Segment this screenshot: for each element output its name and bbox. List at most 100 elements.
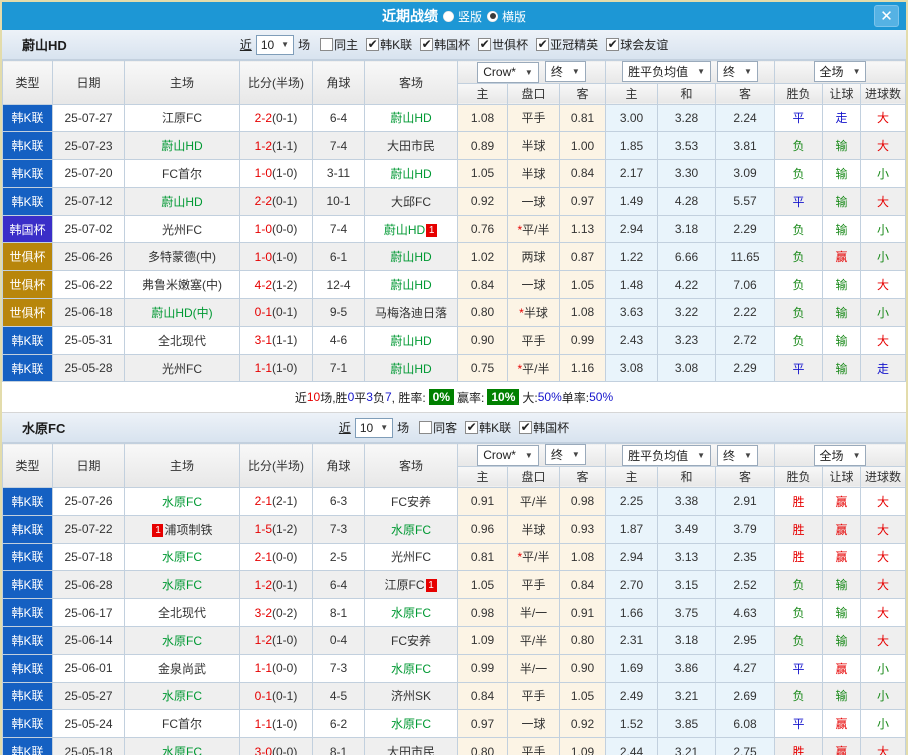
- summary-text: 3: [366, 390, 373, 404]
- home-team-cell: 水原FC: [125, 682, 240, 710]
- halftime-score: (1-2): [272, 522, 297, 536]
- recent-link[interactable]: 近: [240, 36, 252, 53]
- home-team-cell: 光州FC: [125, 354, 240, 382]
- filter-checkbox[interactable]: ✔: [420, 38, 433, 51]
- handicap-label: 一球: [521, 278, 545, 292]
- summary-text: , 胜率:: [392, 389, 426, 406]
- avg-draw-cell: 3.23: [658, 326, 716, 354]
- avg-home-cell: 1.85: [606, 132, 658, 160]
- avg-draw-cell: 3.85: [658, 710, 716, 738]
- recent-link[interactable]: 近: [339, 419, 351, 436]
- home-odds-cell: 0.75: [458, 354, 508, 382]
- avg-time-select[interactable]: 终▼: [717, 445, 758, 466]
- away-odds-cell: 0.90: [560, 654, 606, 682]
- away-odds-cell: 0.91: [560, 599, 606, 627]
- summary-text: 平: [354, 389, 366, 406]
- result-cell: 负: [775, 243, 823, 271]
- match-row: 韩K联25-07-20FC首尔1-0(1-0)3-11蔚山HD1.05半球0.8…: [3, 160, 906, 188]
- home-odds-cell: 0.84: [458, 682, 508, 710]
- away-team-cell: 济州SK: [365, 682, 458, 710]
- team-label: 蔚山HD: [390, 250, 431, 264]
- team-label: 全北现代: [158, 606, 206, 620]
- away-odds-cell: 0.99: [560, 326, 606, 354]
- match-count-select[interactable]: 10▼: [256, 35, 294, 55]
- date-cell: 25-06-18: [53, 299, 125, 327]
- avg-time-select[interactable]: 终▼: [717, 61, 758, 82]
- odds-company-select[interactable]: Crow*▼: [477, 62, 539, 83]
- column-header: 主场: [125, 61, 240, 105]
- goals-result-cell: 小: [861, 710, 906, 738]
- filter-checkbox[interactable]: [320, 38, 333, 51]
- odds-time-select[interactable]: 终▼: [545, 444, 586, 465]
- dropdown-arrow-icon: ▼: [853, 67, 861, 76]
- dropdown-arrow-icon: ▼: [572, 67, 580, 76]
- fulltime-score: 1-2: [255, 578, 272, 592]
- match-count-value: 10: [261, 38, 274, 52]
- column-subheader: 让球: [823, 83, 861, 104]
- avg-type-select[interactable]: 胜平负均值▼: [622, 61, 711, 82]
- handicap-cell: 平手: [508, 682, 560, 710]
- avg-home-cell: 1.48: [606, 271, 658, 299]
- date-cell: 25-07-22: [53, 515, 125, 543]
- team-label: 水原FC: [162, 634, 202, 648]
- filter-checkbox[interactable]: ✔: [366, 38, 379, 51]
- header-group: Crow*▼ 终▼: [458, 444, 606, 467]
- layout-option-horizontal[interactable]: 横版: [487, 8, 526, 25]
- avg-type-select[interactable]: 胜平负均值▼: [622, 445, 711, 466]
- handicap-cell: 半球: [508, 160, 560, 188]
- league-cell: 韩K联: [3, 543, 53, 571]
- team-label: 水原FC: [162, 578, 202, 592]
- home-team-cell: 金泉尚武: [125, 654, 240, 682]
- avg-home-cell: 1.52: [606, 710, 658, 738]
- avg-draw-cell: 3.08: [658, 354, 716, 382]
- filter-checkbox[interactable]: [419, 421, 432, 434]
- away-team-cell: 大田市民: [365, 738, 458, 755]
- header-row: 类型日期主场比分(半场)角球客场Crow*▼终▼胜平负均值▼终▼全场▼: [3, 444, 906, 467]
- filter-checkbox[interactable]: ✔: [519, 421, 532, 434]
- match-row: 韩K联25-07-23蔚山HD1-2(1-1)7-4大田市民0.89半球1.00…: [3, 132, 906, 160]
- team-header-bar: 蔚山HD 近10▼场同主✔韩K联✔韩国杯✔世俱杯✔亚冠精英✔球会友谊: [2, 30, 906, 60]
- team-label: 江原FC: [162, 111, 202, 125]
- filter-checkbox[interactable]: ✔: [606, 38, 619, 51]
- avg-away-cell: 2.52: [716, 571, 775, 599]
- match-count-select[interactable]: 10▼: [355, 418, 393, 438]
- corners-cell: 6-4: [313, 104, 365, 132]
- scope-select[interactable]: 全场 ▼: [814, 61, 867, 82]
- score-cell: 2-2(0-1): [240, 187, 313, 215]
- odds-time-select[interactable]: 终▼: [545, 61, 586, 82]
- avg-away-cell: 3.09: [716, 160, 775, 188]
- date-cell: 25-06-22: [53, 271, 125, 299]
- filter-label: 韩国杯: [533, 419, 569, 436]
- away-team-cell: 蔚山HD: [365, 326, 458, 354]
- scope-select[interactable]: 全场▼: [814, 445, 867, 466]
- league-cell: 韩K联: [3, 326, 53, 354]
- filter-label: 韩国杯: [434, 36, 470, 53]
- away-odds-cell: 1.08: [560, 543, 606, 571]
- fulltime-score: 0-1: [255, 305, 272, 319]
- home-odds-cell: 1.09: [458, 626, 508, 654]
- fulltime-score: 2-2: [255, 111, 272, 125]
- dropdown-arrow-icon: ▼: [853, 451, 861, 460]
- handicap-label: 半球: [521, 139, 545, 153]
- filter-checkbox[interactable]: ✔: [465, 421, 478, 434]
- column-subheader: 客: [716, 466, 775, 487]
- column-subheader: 胜负: [775, 83, 823, 104]
- score-cell: 1-2(1-0): [240, 626, 313, 654]
- dropdown-label: 全场: [820, 63, 844, 80]
- odds-company-select[interactable]: Crow*▼: [477, 445, 539, 466]
- team-label: 金泉尚武: [158, 662, 206, 676]
- home-team-cell: 弗鲁米嫩塞(中): [125, 271, 240, 299]
- team-label: 蔚山HD: [384, 223, 425, 237]
- handicap-result-cell: 赢: [823, 710, 861, 738]
- handicap-cell: 平手: [508, 326, 560, 354]
- layout-option-vertical[interactable]: 竖版: [443, 8, 482, 25]
- halftime-score: (0-1): [272, 111, 297, 125]
- filter-checkbox[interactable]: ✔: [536, 38, 549, 51]
- close-button[interactable]: ✕: [874, 5, 899, 27]
- home-team-cell: 光州FC: [125, 215, 240, 243]
- fulltime-score: 3-2: [255, 606, 272, 620]
- filter-checkbox[interactable]: ✔: [478, 38, 491, 51]
- header-group: Crow*▼ 终▼: [458, 61, 606, 84]
- avg-away-cell: 2.22: [716, 299, 775, 327]
- fulltime-score: 1-0: [255, 250, 272, 264]
